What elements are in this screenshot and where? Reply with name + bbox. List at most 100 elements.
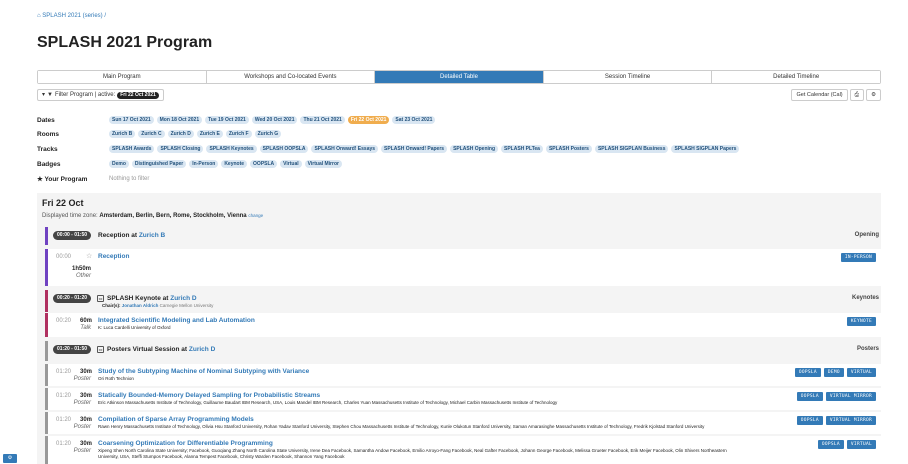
filter-row-dates: Dates Sun 17 Oct 2021 Mon 18 Oct 2021 Tue … bbox=[37, 116, 436, 124]
wrench-icon: ⚙ bbox=[7, 455, 13, 461]
filter-pill-dates[interactable]: Fri 22 Oct 2021 bbox=[347, 116, 390, 124]
filter-pill-tracks[interactable]: SPLASH Onward! Essays bbox=[311, 145, 379, 153]
tab-bar: Main Program Workshops and Co-located Ev… bbox=[37, 70, 881, 84]
session-header: 00:00 - 01:50 Reception at Zurich B Open… bbox=[45, 227, 881, 245]
chevron-down-icon: ▾ bbox=[42, 92, 46, 98]
star-icon[interactable]: ☆ bbox=[86, 416, 92, 424]
filter-pill-dates[interactable]: Thu 21 Oct 2021 bbox=[300, 116, 345, 124]
get-calendar-button[interactable]: Get Calendar (Cal) bbox=[791, 89, 848, 101]
active-filter-badge: Fri 22 Oct 2021 bbox=[117, 91, 159, 99]
filter-row-rooms: Rooms Zurich B Zurich C Zurich D Zurich E Zu… bbox=[37, 130, 282, 138]
filter-pill-tracks[interactable]: SPLASH Onward! Papers bbox=[381, 145, 448, 153]
event-row[interactable]: 01:20 30m Poster ☆ Study of the Subtypin… bbox=[45, 364, 881, 386]
filter-pill-tracks[interactable]: SPLASH Posters bbox=[545, 145, 592, 153]
badge-oopsla[interactable]: OOPSLA bbox=[796, 416, 823, 425]
session-header: 01:20 - 01:50 ▭ Posters Virtual Session a… bbox=[45, 341, 881, 361]
event-authors: Rawn Henry Massachusetts Institute of Te… bbox=[98, 424, 705, 429]
badge-oopsla[interactable]: OOPSLA bbox=[817, 440, 844, 449]
event-row[interactable]: 00:20 60m Talk ☆ Integrated Scientific M… bbox=[45, 313, 881, 337]
badge-demo[interactable]: DEMO bbox=[823, 368, 844, 377]
filter-pill-rooms[interactable]: Zurich C bbox=[138, 130, 165, 138]
filter-pill-rooms[interactable]: Zurich D bbox=[167, 130, 194, 138]
filter-pill-badges[interactable]: Keynote bbox=[221, 160, 248, 168]
toolbar: Get Calendar (Cal) ⎙ ⚙ bbox=[791, 89, 881, 101]
filter-pill-badges[interactable]: OOPSLA bbox=[250, 160, 278, 168]
page-title: SPLASH 2021 Program bbox=[37, 34, 213, 51]
filter-pill-rooms[interactable]: Zurich E bbox=[196, 130, 223, 138]
tab-session-timeline[interactable]: Session Timeline bbox=[543, 71, 713, 83]
badge-oopsla[interactable]: OOPSLA bbox=[794, 368, 821, 377]
filter-pill-tracks[interactable]: SPLASH PLTea bbox=[501, 145, 543, 153]
event-authors: K: Luca Cardelli University of Oxford bbox=[98, 325, 171, 330]
home-icon: ⌂ bbox=[37, 13, 41, 19]
event-row[interactable]: 01:20 30m Poster ☆ Statically Bounded-Me… bbox=[45, 388, 881, 410]
tab-main-program[interactable]: Main Program bbox=[38, 71, 207, 83]
event-authors: Ori Roth Technion bbox=[98, 376, 134, 381]
breadcrumb[interactable]: ⌂ SPLASH 2021 (series) / bbox=[37, 13, 106, 19]
filter-pill-tracks[interactable]: SPLASH Opening bbox=[450, 145, 499, 153]
video-icon: ▭ bbox=[97, 345, 104, 353]
badge-virtual[interactable]: VIRTUAL bbox=[846, 368, 876, 377]
change-timezone-link[interactable]: change bbox=[248, 213, 263, 218]
event-title[interactable]: Study of the Subtyping Machine of Nomina… bbox=[98, 368, 309, 376]
program-table: Fri 22 Oct Displayed time zone: Amsterda… bbox=[37, 193, 881, 464]
event-title[interactable]: Integrated Scientific Modeling and Lab A… bbox=[98, 317, 255, 325]
filter-pill-dates[interactable]: Sun 17 Oct 2021 bbox=[109, 116, 154, 124]
star-icon[interactable]: ☆ bbox=[86, 392, 92, 400]
tools-corner-button[interactable]: ⚙ bbox=[3, 454, 17, 463]
filter-row-badges: Badges Demo Distinguished Paper In-Person K… bbox=[37, 160, 342, 168]
event-title[interactable]: Statically Bounded-Memory Delayed Sampli… bbox=[98, 392, 320, 400]
video-icon: ▭ bbox=[97, 294, 104, 302]
badge-virtual-mirror[interactable]: VIRTUAL MIRROR bbox=[825, 416, 876, 425]
tab-workshops[interactable]: Workshops and Co-located Events bbox=[206, 71, 376, 83]
filter-pill-rooms[interactable]: Zurich F bbox=[225, 130, 252, 138]
print-button[interactable]: ⎙ bbox=[849, 89, 865, 101]
star-icon[interactable]: ☆ bbox=[86, 440, 92, 448]
room-link[interactable]: Zurich D bbox=[189, 346, 215, 353]
tools-button[interactable]: ⚙ bbox=[866, 89, 881, 101]
event-authors: Eric Atkinson Massachusetts Institute of… bbox=[98, 400, 558, 405]
star-icon[interactable]: ☆ bbox=[86, 368, 92, 376]
room-link[interactable]: Zurich B bbox=[139, 232, 165, 239]
filter-pill-dates[interactable]: Mon 18 Oct 2021 bbox=[156, 116, 203, 124]
event-authors-continued: University, USA, Steffi Stumpos Facebook… bbox=[98, 454, 345, 459]
day-title: Fri 22 Oct bbox=[42, 198, 84, 208]
filter-pill-tracks[interactable]: SPLASH Keynotes bbox=[206, 145, 257, 153]
tab-detailed-timeline[interactable]: Detailed Timeline bbox=[712, 71, 880, 83]
filter-pill-rooms[interactable]: Zurich G bbox=[254, 130, 282, 138]
filter-pill-tracks[interactable]: SPLASH Closing bbox=[157, 145, 204, 153]
filter-pill-tracks[interactable]: SPLASH SIGPLAN Papers bbox=[671, 145, 740, 153]
filter-pill-rooms[interactable]: Zurich B bbox=[109, 130, 136, 138]
filter-row-tracks: Tracks SPLASH Awards SPLASH Closing SPLASH… bbox=[37, 145, 740, 153]
room-link[interactable]: Zurich D bbox=[170, 295, 196, 302]
filter-pill-tracks[interactable]: SPLASH Awards bbox=[109, 145, 155, 153]
filter-pill-badges[interactable]: Virtual Mirror bbox=[304, 160, 342, 168]
badge-keynote[interactable]: KEYNOTE bbox=[846, 317, 876, 326]
star-icon[interactable]: ☆ bbox=[86, 253, 92, 261]
filter-program-button[interactable]: ▾ ▼ Filter Program | active: Fri 22 Oct … bbox=[37, 89, 164, 101]
tab-detailed-table[interactable]: Detailed Table bbox=[375, 71, 544, 83]
timezone-line: Displayed time zone: Amsterdam, Berlin, … bbox=[42, 213, 264, 219]
filter-pill-dates[interactable]: Tue 19 Oct 2021 bbox=[205, 116, 249, 124]
wrench-icon: ⚙ bbox=[871, 92, 876, 98]
event-row[interactable]: 01:20 30m Poster ☆ Coarsening Optimizati… bbox=[45, 436, 881, 464]
filter-pill-tracks[interactable]: SPLASH OOPSLA bbox=[259, 145, 309, 153]
filter-pill-badges[interactable]: In-Person bbox=[189, 160, 219, 168]
filter-pill-dates[interactable]: Wed 20 Oct 2021 bbox=[251, 116, 298, 124]
badge-virtual-mirror[interactable]: VIRTUAL MIRROR bbox=[825, 392, 876, 401]
filter-pill-dates[interactable]: Sat 23 Oct 2021 bbox=[392, 116, 436, 124]
filter-pill-badges[interactable]: Virtual bbox=[280, 160, 302, 168]
filter-pill-tracks[interactable]: SPLASH SIGPLAN Business bbox=[594, 145, 669, 153]
event-title[interactable]: Reception bbox=[98, 253, 129, 261]
event-title[interactable]: Coarsening Optimization for Differentiab… bbox=[98, 440, 273, 448]
filter-pill-badges[interactable]: Demo bbox=[109, 160, 129, 168]
event-title[interactable]: Compilation of Sparse Array Programming … bbox=[98, 416, 254, 424]
badge-in-person[interactable]: IN-PERSON bbox=[840, 253, 876, 262]
star-icon[interactable]: ☆ bbox=[86, 317, 92, 325]
filter-pill-badges[interactable]: Distinguished Paper bbox=[131, 160, 187, 168]
badge-oopsla[interactable]: OOPSLA bbox=[796, 392, 823, 401]
event-row[interactable]: 01:20 30m Poster ☆ Compilation of Sparse… bbox=[45, 412, 881, 434]
filter-row-your-program: ★ Your Program Nothing to filter bbox=[37, 176, 150, 183]
event-row[interactable]: 00:00 1h50m Other ☆ Reception IN-PERSON bbox=[45, 249, 881, 286]
badge-virtual[interactable]: VIRTUAL bbox=[846, 440, 876, 449]
